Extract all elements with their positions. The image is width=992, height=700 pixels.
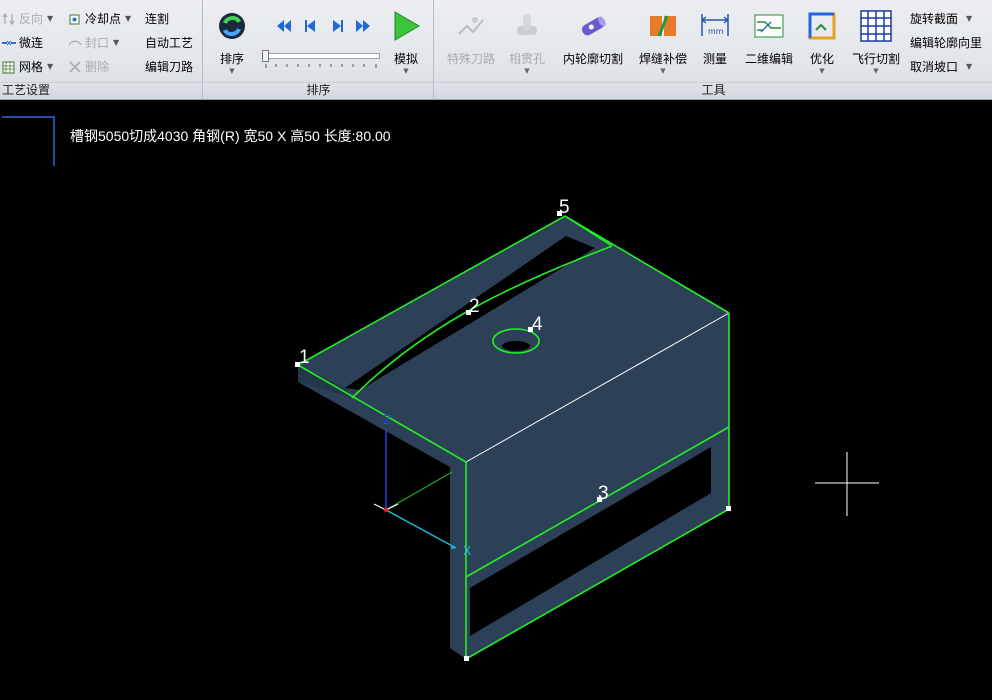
group-label: 工艺设置 xyxy=(0,82,202,98)
chevron-down-icon: ▼ xyxy=(660,67,666,75)
simulate-button[interactable]: 模拟 ▼ xyxy=(386,6,426,76)
point-label-4: 4 xyxy=(532,314,543,335)
chevron-down-icon: ▼ xyxy=(229,67,235,75)
delete-x-icon xyxy=(68,60,82,74)
z-axis-label: Z xyxy=(383,413,391,427)
chevron-down-icon: ▼ xyxy=(403,67,409,75)
mesh-icon xyxy=(2,60,16,74)
cooling-point-button[interactable]: 冷却点 ▼ xyxy=(68,9,131,29)
step-forward-bar xyxy=(341,20,343,32)
inner-contour-cut-button[interactable]: 内轮廓切割 xyxy=(559,6,627,76)
reverse-arrows-icon xyxy=(2,12,16,26)
edit-2d-icon xyxy=(753,10,785,42)
step-forward-icon[interactable] xyxy=(333,20,341,32)
mesh-button[interactable]: 网格 ▼ xyxy=(2,57,53,77)
weld-compensation-button[interactable]: 焊缝补偿 ▼ xyxy=(635,6,691,76)
rotate-section-button[interactable]: 旋转截面 ▼ xyxy=(910,9,972,29)
part-caption: 槽钢5050切成4030 角钢(R) 宽50 X 高50 长度:80.00 xyxy=(70,128,391,144)
step-back-icon[interactable] xyxy=(307,20,315,32)
auto-process-button[interactable]: 自动工艺 xyxy=(145,33,193,53)
intersect-hole-button[interactable]: 相贯孔 ▼ xyxy=(505,6,549,76)
sort-button[interactable]: 排序 ▼ xyxy=(210,6,254,76)
chevron-down-icon[interactable]: ▼ xyxy=(125,9,131,29)
fast-forward-icon[interactable] xyxy=(356,20,370,32)
edit-path-button[interactable]: 编辑刀路 xyxy=(145,57,193,77)
tools-group: 特殊刀路 相贯孔 ▼ 内轮廓切割 焊缝补偿 ▼ mm 测量 二维编辑 优化 ▼ … xyxy=(435,0,992,100)
chevron-down-icon[interactable]: ▼ xyxy=(966,57,972,77)
point-label-5: 5 xyxy=(559,197,570,218)
x-axis-label: X xyxy=(463,544,471,558)
step-back-bar xyxy=(305,20,307,32)
play-icon xyxy=(390,10,422,42)
chevron-down-icon[interactable]: ▼ xyxy=(47,57,53,77)
chevron-down-icon[interactable]: ▼ xyxy=(966,9,972,29)
ruler-icon: mm xyxy=(699,10,731,42)
view-corner-frame xyxy=(2,116,55,166)
edit-contour-direction-button[interactable]: 编辑轮廓向里 xyxy=(910,33,982,53)
sort-group: 排序 ▼ 模拟 ▼ 排序 xyxy=(204,0,434,100)
rewind-icon[interactable] xyxy=(277,20,291,32)
part-model[interactable]: 1 2 3 4 5 xyxy=(295,197,731,661)
hole-opening xyxy=(502,341,530,351)
chevron-down-icon: ▼ xyxy=(819,67,825,75)
chevron-down-icon: ▼ xyxy=(524,67,530,75)
chevron-down-icon[interactable]: ▼ xyxy=(113,33,119,53)
seal-button[interactable]: 封口 ▼ xyxy=(68,33,119,53)
group-label: 工具 xyxy=(435,82,992,98)
weld-icon xyxy=(647,10,679,42)
ribbon-toolbar: 反向 ▼ 冷却点 ▼ 连割 微连 封口 ▼ 自动工艺 网格 ▼ 删除 编辑刀路 … xyxy=(0,0,992,100)
reverse-button[interactable]: 反向 ▼ xyxy=(2,9,53,29)
cancel-bevel-button[interactable]: 取消坡口 ▼ xyxy=(910,57,972,77)
simulation-speed-slider[interactable] xyxy=(262,50,382,72)
chevron-down-icon[interactable]: ▼ xyxy=(47,9,53,29)
group-label: 排序 xyxy=(204,82,433,98)
vertical-leg[interactable] xyxy=(450,462,466,659)
slider-thumb[interactable] xyxy=(262,50,269,62)
cooling-point-icon xyxy=(68,12,82,26)
delete-button[interactable]: 删除 xyxy=(68,57,109,77)
sort-swirl-icon xyxy=(216,10,248,42)
drawing-canvas[interactable]: 1 2 3 4 5 Z X xyxy=(0,101,992,700)
process-settings-group: 反向 ▼ 冷却点 ▼ 连割 微连 封口 ▼ 自动工艺 网格 ▼ 删除 编辑刀路 … xyxy=(0,0,203,100)
micro-join-button[interactable]: 微连 xyxy=(2,33,43,53)
special-path-icon xyxy=(455,10,487,42)
edit-2d-button[interactable]: 二维编辑 xyxy=(739,6,799,76)
fly-cut-button[interactable]: 飞行切割 ▼ xyxy=(847,6,905,76)
playback-controls xyxy=(274,17,374,35)
svg-text:mm: mm xyxy=(708,27,724,36)
optimize-icon xyxy=(806,10,838,42)
viewport-svg: 1 2 3 4 5 Z X xyxy=(2,116,879,661)
point-label-2: 2 xyxy=(469,296,480,317)
point-label-1: 1 xyxy=(299,347,310,368)
link-cut-button[interactable]: 连割 xyxy=(145,9,169,29)
grid-icon xyxy=(860,10,892,42)
optimize-button[interactable]: 优化 ▼ xyxy=(805,6,839,76)
micro-join-icon xyxy=(2,36,16,50)
intersect-hole-icon xyxy=(511,10,543,42)
crosshair-cursor xyxy=(815,452,879,516)
point-label-3: 3 xyxy=(598,483,609,504)
seal-icon xyxy=(68,36,82,50)
tube-cut-icon xyxy=(577,10,609,42)
chevron-down-icon: ▼ xyxy=(873,67,879,75)
measure-button[interactable]: mm 测量 xyxy=(697,6,733,76)
special-path-button[interactable]: 特殊刀路 xyxy=(443,6,499,76)
